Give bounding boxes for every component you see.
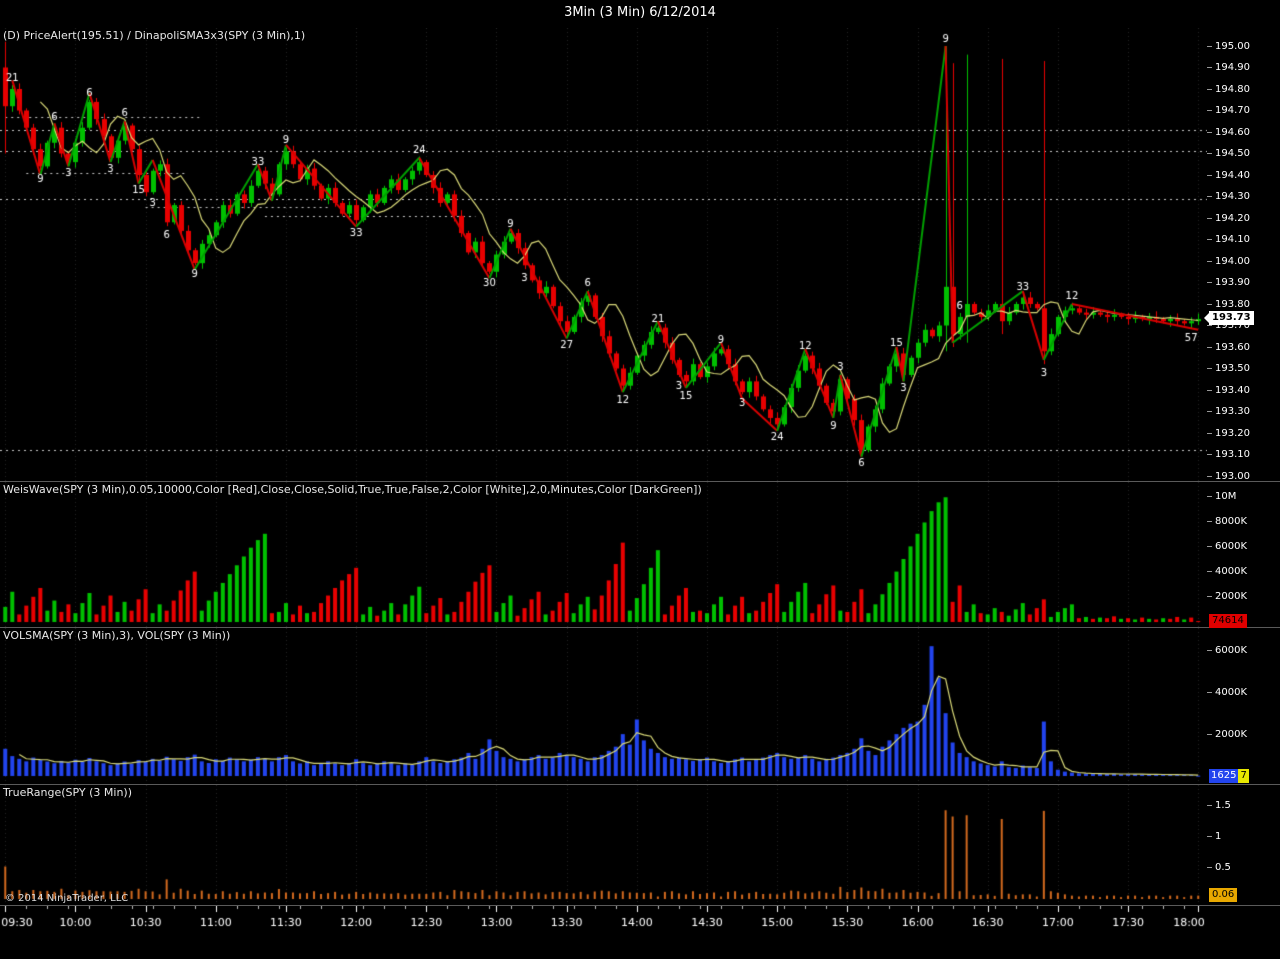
weiswave-last-value: 74614: [1212, 615, 1244, 627]
volume-panel-label: VOLSMA(SPY (3 Min),3), VOL(SPY (3 Min)): [3, 629, 231, 642]
price-panel-label: (D) PriceAlert(195.51) / DinapoliSMA3x3(…: [3, 29, 306, 42]
price-last-value-badge: 193.73: [1204, 311, 1254, 326]
time-axis[interactable]: [0, 906, 1280, 959]
volume-last-value-badge: 1625 7: [1209, 768, 1249, 783]
time-axis-canvas[interactable]: [0, 906, 1207, 959]
price-chart-canvas[interactable]: [0, 28, 1207, 481]
volume-canvas[interactable]: [0, 628, 1207, 784]
copyright-label: © 2014 NinjaTrader, LLC: [5, 893, 129, 904]
volume-last-value: 1625: [1209, 768, 1239, 783]
price-last-value: 193.73: [1212, 312, 1251, 324]
weiswave-panel: WeisWave(SPY (3 Min),0.05,10000,Color [R…: [0, 482, 1280, 629]
volume-last-value-highlight: 7: [1238, 768, 1249, 783]
price-panel: (D) PriceAlert(195.51) / DinapoliSMA3x3(…: [0, 28, 1280, 482]
volume-axis[interactable]: 2000K 4000K 6000K: [1207, 628, 1280, 784]
truerange-last-value-badge: 0.06: [1209, 888, 1238, 903]
truerange-panel-label: TrueRange(SPY (3 Min)): [3, 786, 132, 799]
truerange-axis[interactable]: 0.5 1 1.5: [1207, 785, 1280, 905]
window-title: 3Min (3 Min) 6/12/2014: [564, 5, 716, 20]
weiswave-last-value-badge: 74614: [1209, 614, 1247, 629]
price-axis[interactable]: 195.00 194.90 194.80 194.70 194.60 194.50 194.…: [1207, 28, 1280, 482]
weiswave-axis[interactable]: 2000K 4000K 6000K 8000K 10M: [1207, 482, 1280, 627]
weiswave-canvas[interactable]: [0, 482, 1207, 627]
truerange-last-value: 0.06: [1212, 889, 1235, 901]
truerange-canvas[interactable]: [0, 785, 1207, 905]
truerange-panel: TrueRange(SPY (3 Min)) 0.5 1 1.5 0.06: [0, 785, 1280, 906]
chart-window: 3Min (3 Min) 6/12/2014 (D) PriceAlert(19…: [0, 0, 1280, 959]
volume-panel: VOLSMA(SPY (3 Min),3), VOL(SPY (3 Min)) …: [0, 628, 1280, 785]
weiswave-panel-label: WeisWave(SPY (3 Min),0.05,10000,Color [R…: [3, 483, 702, 496]
